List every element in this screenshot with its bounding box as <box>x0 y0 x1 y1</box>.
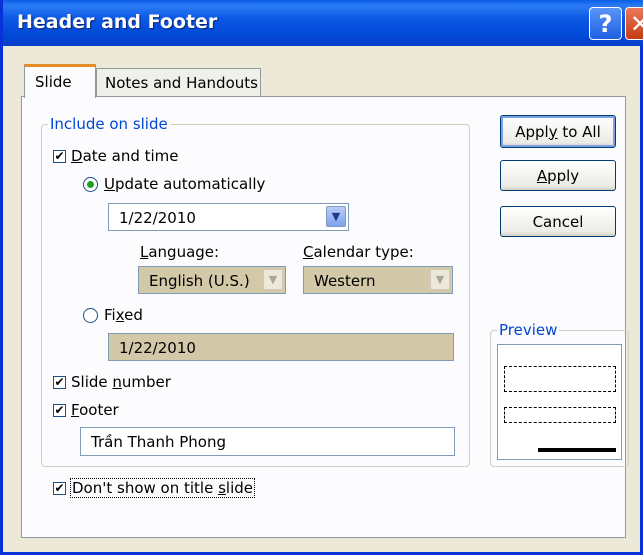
tab-slide[interactable]: Slide <box>24 64 96 98</box>
fixed-date-field[interactable]: 1/22/2010 <box>108 333 454 361</box>
apply-button[interactable]: Apply <box>500 160 616 191</box>
dropdown-value: English (U.S.) <box>149 272 250 290</box>
button-label: Apply to All <box>515 122 601 141</box>
footer-checkbox[interactable]: ✔ Footer <box>53 401 119 419</box>
radio-label: Fixed <box>104 306 143 324</box>
title-bar[interactable]: Header and Footer ? ✕ <box>3 0 643 46</box>
checkbox-label: Slide number <box>71 373 171 391</box>
close-button[interactable]: ✕ <box>625 7 643 40</box>
dropdown-value: Western <box>314 272 376 290</box>
window-title: Header and Footer <box>17 11 218 33</box>
preview-slide-number-bar <box>538 448 616 452</box>
preview-footer-placeholder <box>504 407 616 423</box>
chevron-down-icon[interactable]: ▼ <box>326 206 346 227</box>
field-value: 1/22/2010 <box>119 339 196 357</box>
checkbox-label: Don't show on title slide <box>69 478 256 498</box>
preview-date-placeholder <box>504 366 616 392</box>
fixed-radio[interactable]: Fixed <box>83 306 143 324</box>
radio-unselected-icon <box>83 307 98 323</box>
dropdown-value: 1/22/2010 <box>119 209 196 227</box>
help-icon: ? <box>598 9 613 38</box>
tab-label: Notes and Handouts <box>105 74 258 92</box>
check-icon: ✔ <box>53 481 66 495</box>
check-icon: ✔ <box>53 375 66 389</box>
footer-text-field[interactable]: Trần Thanh Phong <box>80 427 455 456</box>
header-footer-dialog: Header and Footer ? ✕ Slide Notes and Ha… <box>0 0 643 555</box>
date-and-time-checkbox[interactable]: ✔ Date and time <box>53 147 179 165</box>
checkbox-label: Date and time <box>71 147 179 165</box>
calendar-type-label: Calendar type: <box>303 243 414 261</box>
apply-to-all-button[interactable]: Apply to All <box>500 115 616 148</box>
language-label: Language: <box>140 243 220 261</box>
calendar-type-dropdown[interactable]: Western ▼ <box>303 266 453 294</box>
date-format-dropdown[interactable]: 1/22/2010 ▼ <box>108 203 349 231</box>
chevron-down-icon[interactable]: ▼ <box>430 269 450 290</box>
tab-label: Slide <box>35 73 72 91</box>
update-automatically-radio[interactable]: Update automatically <box>83 175 265 193</box>
check-icon: ✔ <box>53 149 66 163</box>
close-icon: ✕ <box>629 9 643 38</box>
checkbox-label: Footer <box>71 401 119 419</box>
group-label: Include on slide <box>48 115 170 133</box>
dont-show-on-title-slide-checkbox[interactable]: ✔ Don't show on title slide <box>53 478 256 498</box>
help-button[interactable]: ? <box>589 7 622 40</box>
cancel-button[interactable]: Cancel <box>500 206 616 237</box>
button-label: Apply <box>536 166 580 185</box>
field-value: Trần Thanh Phong <box>91 433 226 451</box>
check-icon: ✔ <box>53 403 66 417</box>
slide-number-checkbox[interactable]: ✔ Slide number <box>53 373 171 391</box>
language-dropdown[interactable]: English (U.S.) ▼ <box>138 266 286 294</box>
button-label: Cancel <box>532 212 584 231</box>
group-label: Preview <box>497 321 560 339</box>
chevron-down-icon[interactable]: ▼ <box>263 269 283 290</box>
slide-preview <box>497 344 622 460</box>
radio-selected-icon <box>83 176 98 192</box>
radio-label: Update automatically <box>104 175 266 193</box>
tab-notes-and-handouts[interactable]: Notes and Handouts <box>96 68 261 97</box>
